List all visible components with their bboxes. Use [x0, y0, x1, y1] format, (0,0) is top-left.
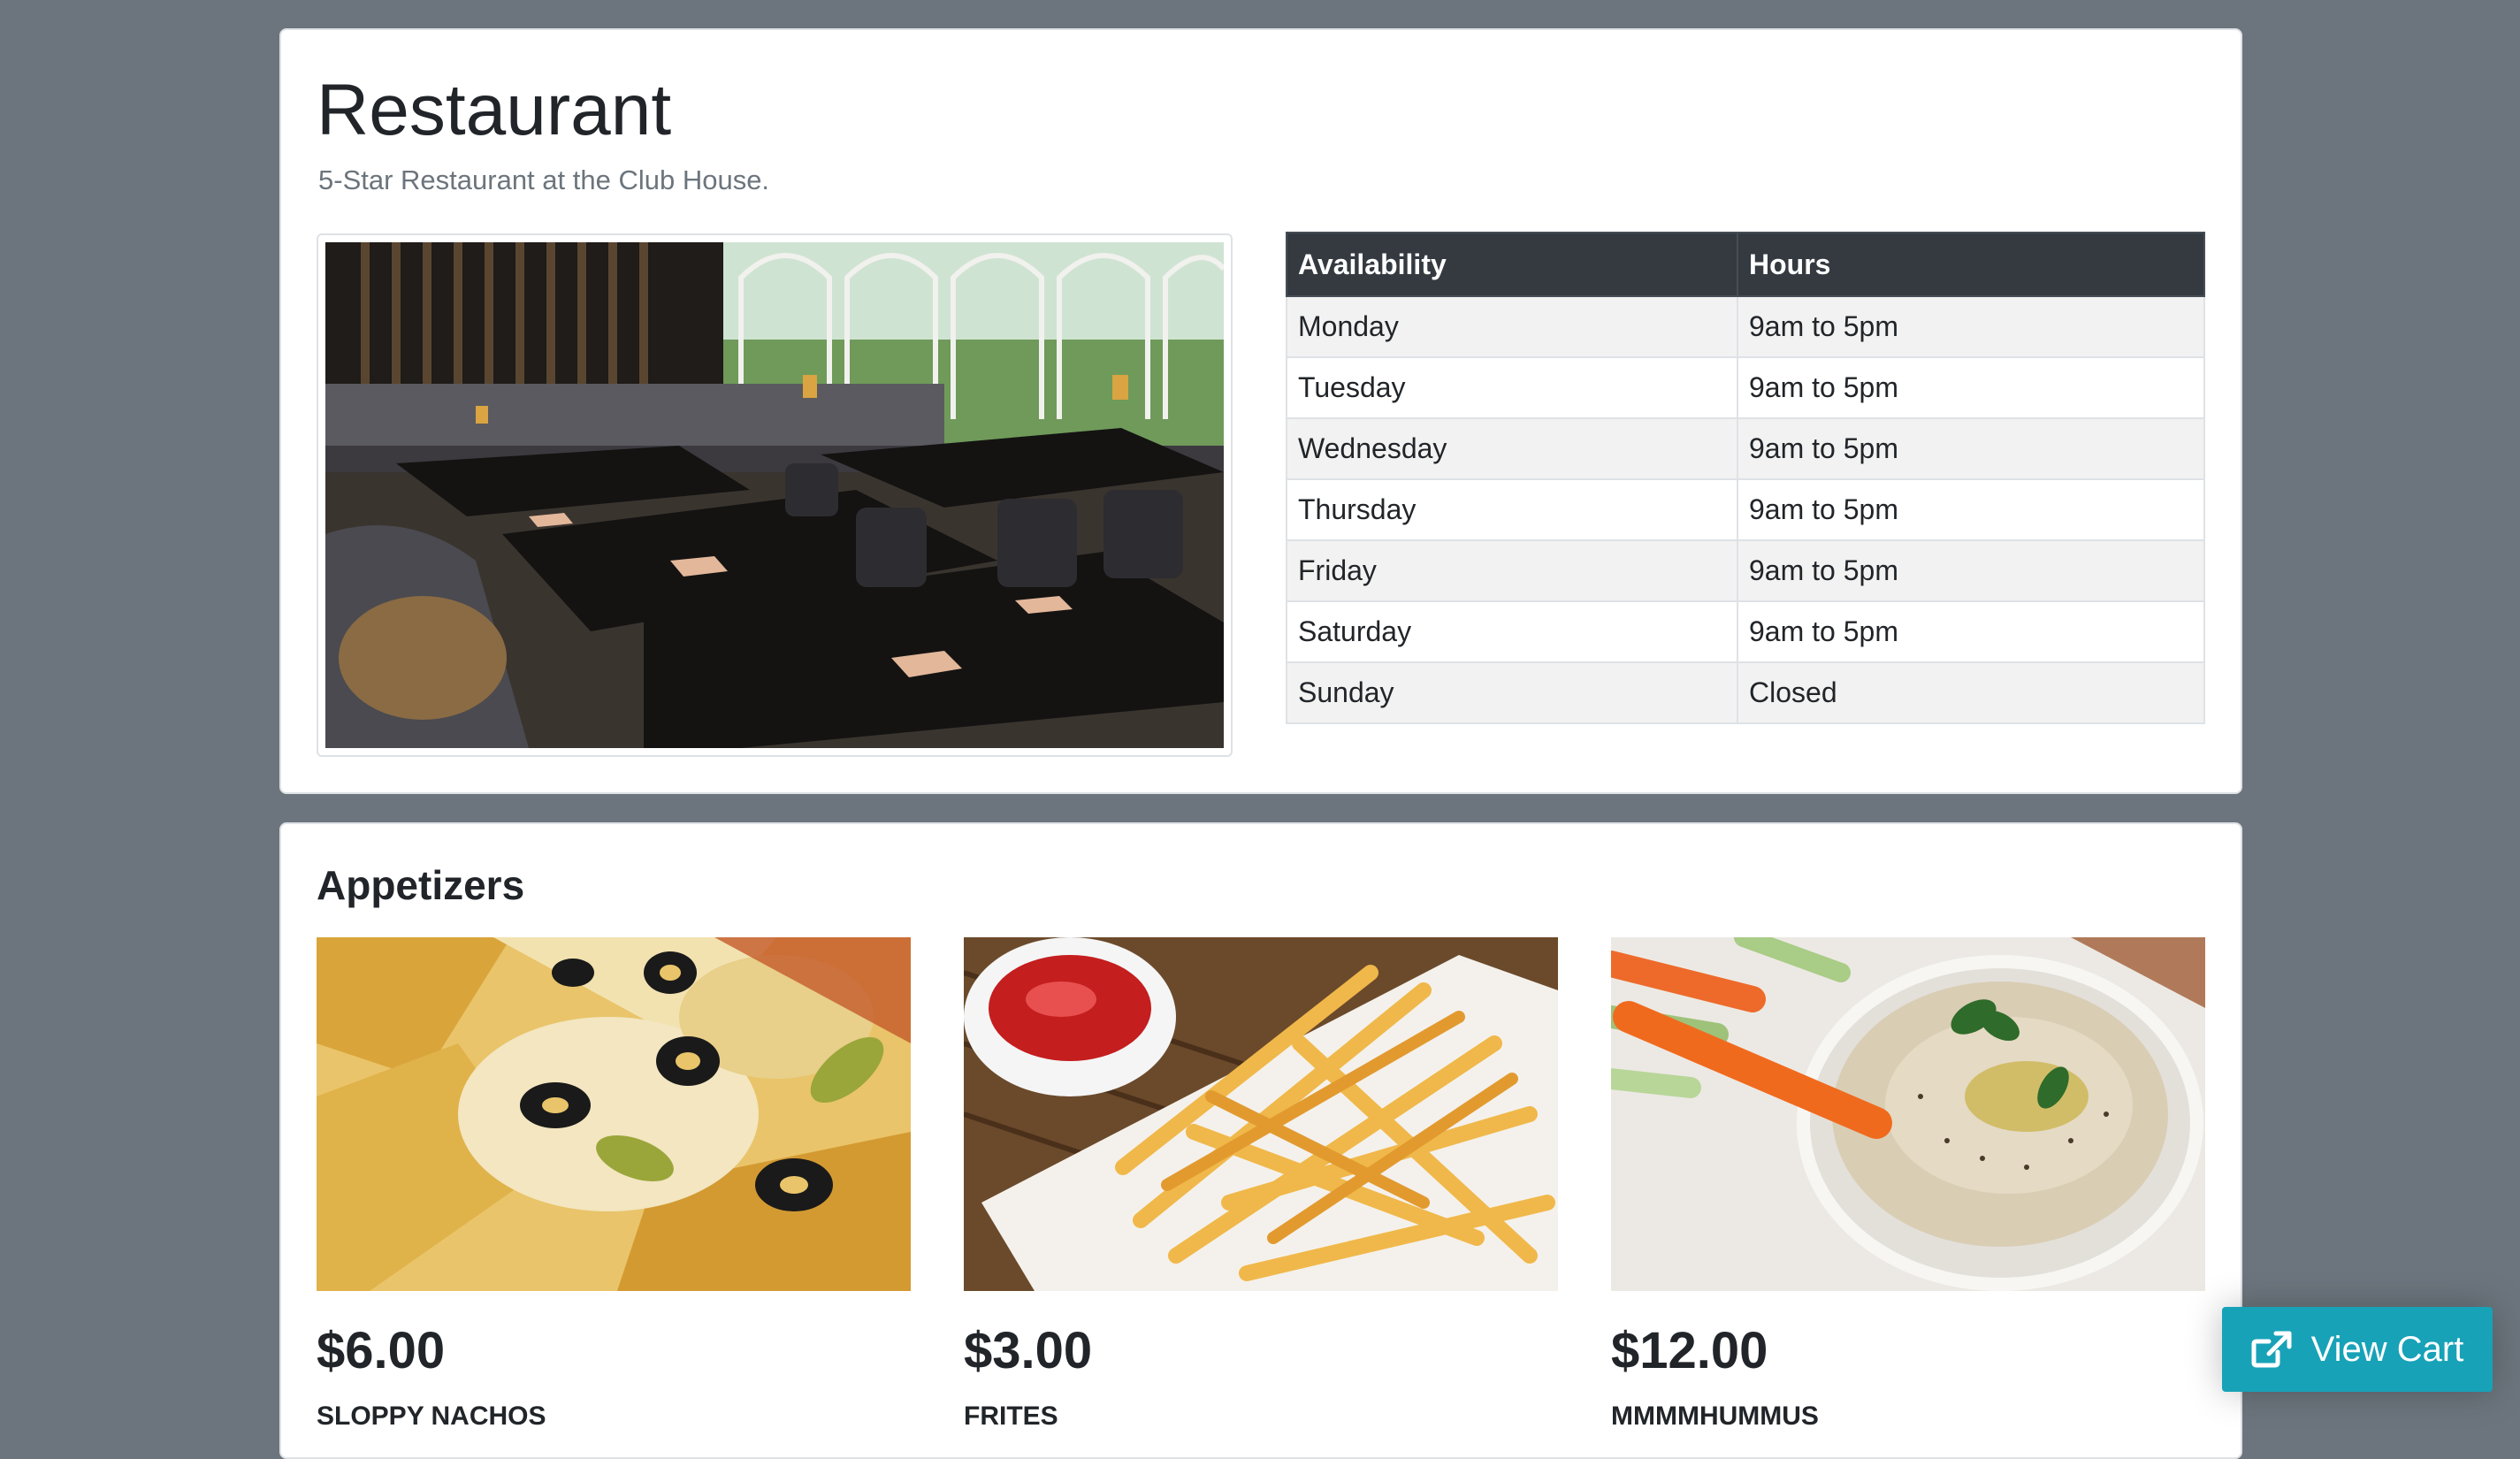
item-price: $12.00 [1611, 1322, 1768, 1379]
day-cell: Thursday [1286, 478, 1738, 541]
table-row: Monday 9am to 5pm [1286, 295, 2205, 358]
table-row: Tuesday 9am to 5pm [1286, 356, 2205, 419]
item-price: $3.00 [964, 1322, 1093, 1379]
table-row: Sunday Closed [1286, 661, 2205, 724]
hours-cell: 9am to 5pm [1737, 295, 2205, 358]
hours-cell: 9am to 5pm [1737, 600, 2205, 663]
hours-cell: 9am to 5pm [1737, 356, 2205, 419]
table-row: Wednesday 9am to 5pm [1286, 417, 2205, 480]
external-link-icon [2251, 1331, 2292, 1368]
hummus-photo[interactable] [1611, 937, 2205, 1291]
day-cell: Tuesday [1286, 356, 1738, 419]
section-title-appetizers: Appetizers [317, 862, 525, 908]
item-name[interactable]: SLOPPY NACHOS [317, 1402, 911, 1432]
table-header-row: Availability Hours [1286, 232, 2205, 297]
item-price: $6.00 [317, 1322, 446, 1379]
restaurant-info-card: Restaurant 5-Star Restaurant at the Club… [279, 28, 2242, 794]
restaurant-photo-frame [317, 233, 1233, 757]
item-name[interactable]: MMMMHUMMUS [1611, 1402, 2205, 1432]
day-cell: Monday [1286, 295, 1738, 358]
menu-item-card[interactable]: $12.00 MMMMHUMMUS [1611, 937, 2205, 1432]
day-cell: Wednesday [1286, 417, 1738, 480]
column-header-availability: Availability [1286, 232, 1738, 297]
hours-cell: 9am to 5pm [1737, 539, 2205, 602]
menu-section-card: Appetizers $6.00 SLOPPY NACHOS $3.00 FRI… [279, 822, 2242, 1459]
hours-table: Availability Hours Monday 9am to 5pm Tue… [1286, 232, 2205, 724]
page-title: Restaurant [317, 70, 672, 150]
menu-item-card[interactable]: $3.00 FRITES [964, 937, 1558, 1432]
view-cart-label: View Cart [2310, 1329, 2464, 1369]
view-cart-button[interactable]: View Cart [2222, 1307, 2493, 1392]
restaurant-interior-photo [325, 242, 1224, 748]
day-cell: Friday [1286, 539, 1738, 602]
nachos-photo[interactable] [317, 937, 911, 1291]
table-row: Friday 9am to 5pm [1286, 539, 2205, 602]
hours-cell: 9am to 5pm [1737, 417, 2205, 480]
page-subtitle: 5-Star Restaurant at the Club House. [318, 164, 770, 195]
day-cell: Sunday [1286, 661, 1738, 724]
table-row: Thursday 9am to 5pm [1286, 478, 2205, 541]
hours-cell: Closed [1737, 661, 2205, 724]
day-cell: Saturday [1286, 600, 1738, 663]
column-header-hours: Hours [1737, 232, 2205, 297]
hours-cell: 9am to 5pm [1737, 478, 2205, 541]
table-row: Saturday 9am to 5pm [1286, 600, 2205, 663]
fries-photo[interactable] [964, 937, 1558, 1291]
menu-item-card[interactable]: $6.00 SLOPPY NACHOS [317, 937, 911, 1432]
item-name[interactable]: FRITES [964, 1402, 1558, 1432]
